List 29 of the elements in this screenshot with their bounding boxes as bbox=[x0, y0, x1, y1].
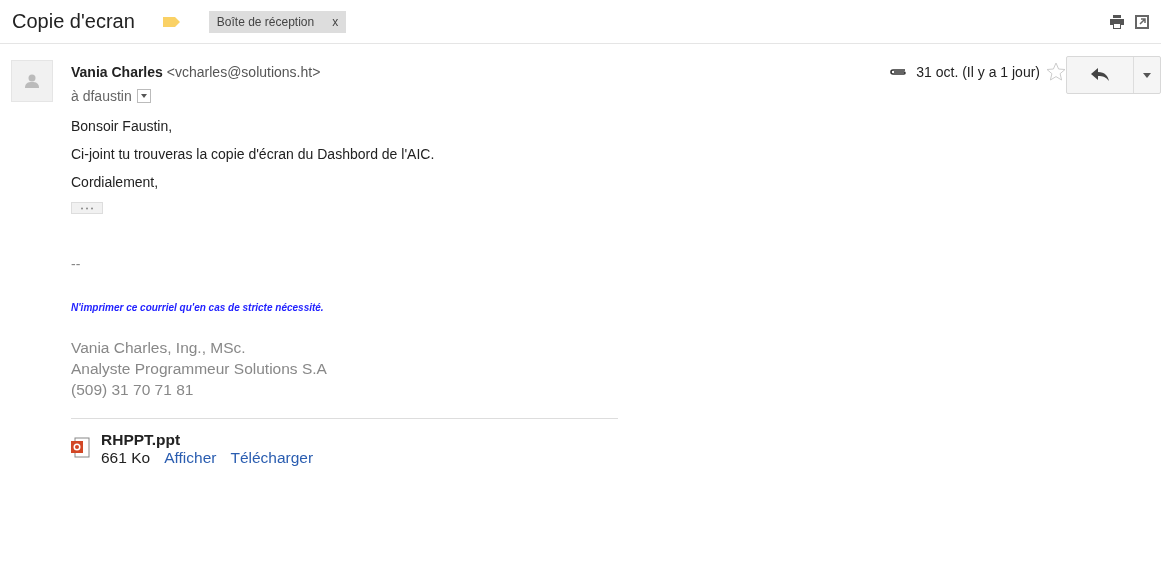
file-size: 661 Ko bbox=[101, 449, 151, 467]
message-date: 31 oct. (Il y a 1 jour) bbox=[916, 64, 1040, 80]
sender-email: <vcharles@solutions.ht> bbox=[166, 64, 321, 80]
sender-name: Vania Charles bbox=[71, 64, 163, 80]
email-subject: Copie d'ecran bbox=[12, 10, 135, 33]
attachment-link[interactable]: Afficher bbox=[164, 449, 217, 467]
body-paragraph: Cordialement, bbox=[71, 174, 160, 190]
caret-icon bbox=[1143, 72, 1151, 78]
print-notice: N'imprimer ce courriel qu'en cas de stricte nécessité. bbox=[71, 302, 325, 313]
caret-icon bbox=[140, 94, 147, 98]
signature-line: Analyste Programmeur Solutions S.A bbox=[71, 359, 328, 379]
details-dropdown[interactable] bbox=[136, 89, 151, 103]
signature-line: Vania Charles, Ing., MSc. bbox=[71, 338, 247, 358]
attachment-name: RHPPT.ppt bbox=[101, 431, 182, 449]
reply-icon bbox=[1091, 68, 1109, 82]
file-icon bbox=[71, 437, 91, 459]
attachment-link[interactable]: Télécharger bbox=[230, 449, 314, 467]
star-icon[interactable] bbox=[1046, 62, 1066, 82]
ellipsis-icon bbox=[80, 206, 94, 210]
remove-label-button[interactable]: x bbox=[332, 14, 339, 29]
recipient: à dfaustin bbox=[71, 88, 132, 104]
new-window-icon[interactable] bbox=[1135, 14, 1149, 29]
signature-line: (509) 31 70 71 81 bbox=[71, 380, 195, 400]
person-icon bbox=[25, 74, 39, 88]
body-paragraph: Bonsoir Faustin, bbox=[71, 118, 174, 134]
signature-separator: -- bbox=[71, 256, 82, 272]
body-paragraph: Ci-joint tu trouveras la copie d'écran du Dashbord de l'AIC. bbox=[71, 146, 436, 162]
label-text: Boîte de réception bbox=[216, 14, 315, 29]
print-icon[interactable] bbox=[1109, 14, 1125, 29]
